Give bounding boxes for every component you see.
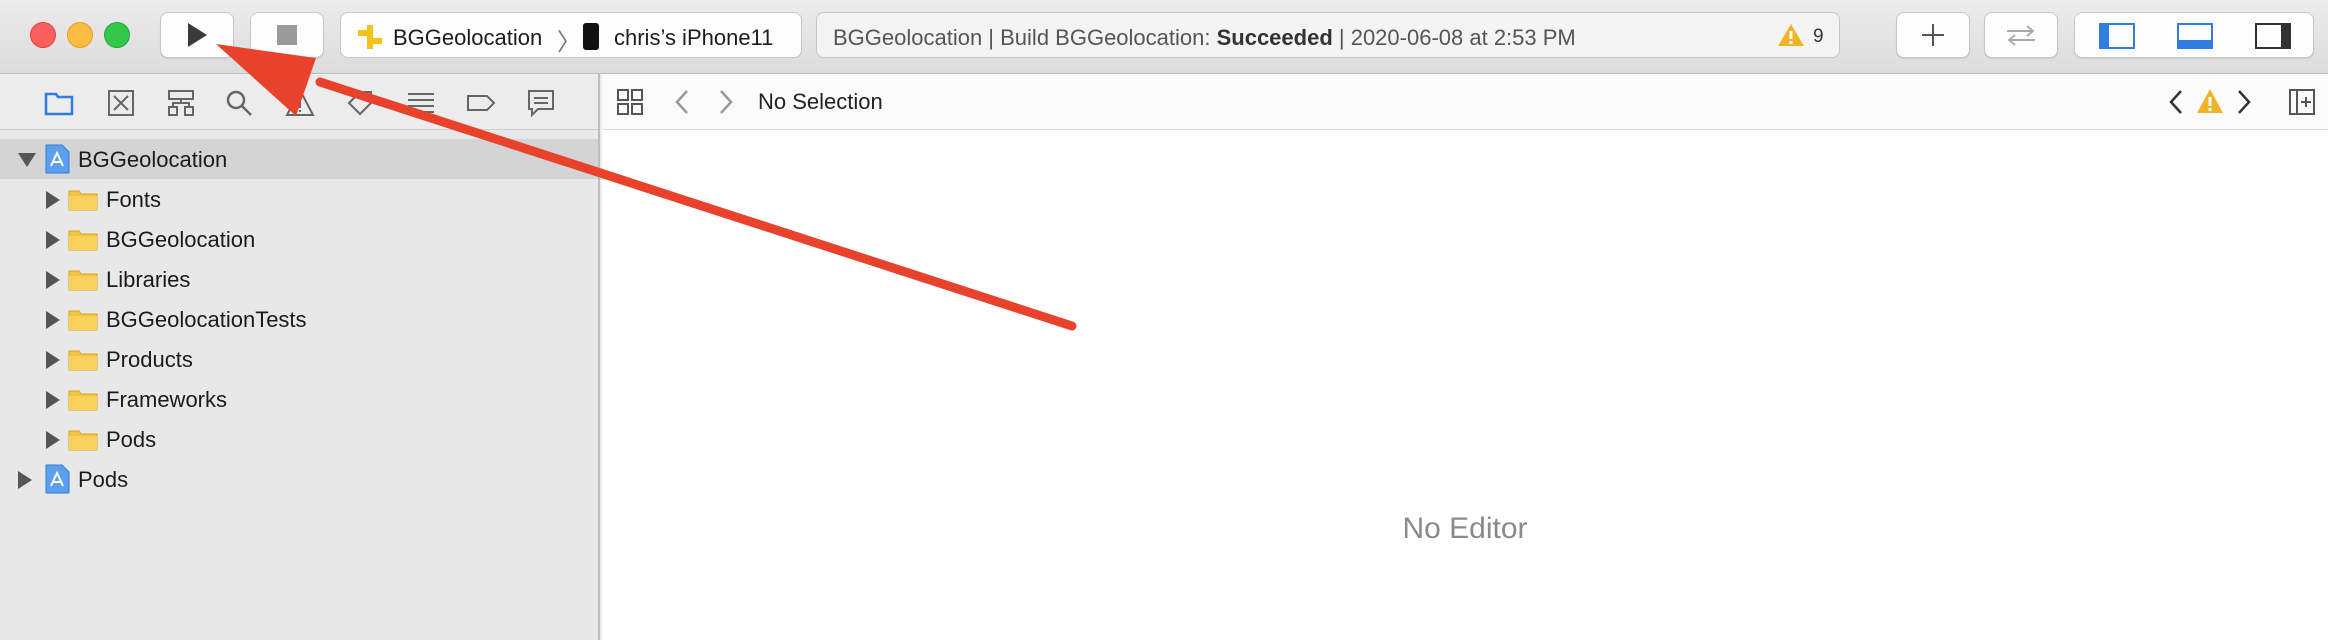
zoom-window-button[interactable] [104,22,130,48]
project-navigator-tab-icon[interactable] [44,88,74,118]
forward-chevron-icon[interactable] [716,88,736,116]
activity-viewer[interactable]: BGGeolocation | Build BGGeolocation: Suc… [816,12,1840,58]
folder-row[interactable]: Libraries [0,259,598,299]
folder-icon [68,430,98,451]
tree-item-label: BGGeolocationTests [106,307,307,332]
run-button[interactable] [160,12,234,58]
tree-item-label: BGGeolocation [78,147,228,172]
project-row[interactable]: BGGeolocation [0,139,598,179]
build-status-result: Succeeded [1216,25,1333,50]
folder-row[interactable]: Fonts [0,179,598,219]
tree-item-label: BGGeolocation [106,227,256,252]
source-control-tab-icon[interactable] [106,88,136,118]
build-status-timestamp: | 2020-06-08 at 2:53 PM [1332,25,1576,50]
chevron-right-icon: 〉 [557,29,581,56]
stop-icon [277,25,297,45]
folder-icon [68,190,98,211]
jump-bar: No Selection [602,74,2328,130]
warning-icon[interactable] [2196,88,2224,114]
play-icon [188,23,207,47]
tree-item-label: Frameworks [106,387,228,412]
code-review-button[interactable] [1984,12,2058,58]
disclosure-closed-icon[interactable] [46,191,60,209]
build-status-text: BGGeolocation | Build BGGeolocation: Suc… [833,25,1576,51]
folder-icon [68,270,98,291]
jump-bar-path[interactable]: No Selection [758,89,883,115]
project-row[interactable]: Pods [0,459,598,499]
project-navigator: BGGeolocation Fonts BGGeolocation Libraries… [0,74,600,640]
minimize-window-button[interactable] [67,22,93,48]
tree-item-label: Pods [78,467,129,492]
warning-icon[interactable] [1777,23,1805,47]
code-review-icon [2007,25,2035,46]
report-navigator-tab-icon[interactable] [526,88,556,118]
tree-item-label: Pods [106,427,157,452]
related-items-icon[interactable] [616,88,644,116]
editor-area: No Selection No Editor [602,74,2328,640]
previous-issue-icon[interactable] [2166,88,2186,116]
folder-icon [68,230,98,251]
xcode-project-icon [45,464,70,494]
scheme-target-icon [358,25,382,49]
disclosure-open-icon[interactable] [18,153,36,167]
iphone-icon [583,23,599,50]
xcode-project-icon [45,144,70,174]
navigator-tabs [0,74,598,130]
stop-button[interactable] [250,12,324,58]
toolbar: BGGeolocation 〉 chris’s iPhone11 BGGeolo… [0,0,2328,74]
folder-icon [68,350,98,371]
disclosure-closed-icon[interactable] [46,231,60,249]
close-window-button[interactable] [30,22,56,48]
debug-navigator-tab-icon[interactable] [406,88,436,118]
scheme-target-name[interactable]: BGGeolocation [393,25,542,51]
tree-item-label: Libraries [106,267,191,292]
back-chevron-icon[interactable] [672,88,692,116]
folder-row[interactable]: BGGeolocation [0,219,598,259]
disclosure-closed-icon[interactable] [46,391,60,409]
no-editor-placeholder: No Editor [1402,512,1528,545]
folder-row[interactable]: Pods [0,419,598,459]
breakpoint-navigator-tab-icon[interactable] [466,88,496,118]
library-button[interactable] [1896,12,1970,58]
folder-row[interactable]: Frameworks [0,379,598,419]
folder-row[interactable]: Products [0,339,598,379]
tree-item-label: Products [106,347,193,372]
disclosure-closed-icon[interactable] [46,311,60,329]
debug-area-toggle-icon[interactable] [2177,23,2213,49]
build-status-prefix: BGGeolocation | Build BGGeolocation: [833,25,1217,50]
search-icon[interactable] [224,88,254,118]
disclosure-closed-icon[interactable] [18,471,32,489]
folder-icon [68,390,98,411]
next-issue-icon[interactable] [2234,88,2254,116]
navigator-toggle-icon[interactable] [2099,23,2135,49]
add-icon [1922,24,1944,46]
warning-count[interactable]: 9 [1813,26,1824,48]
test-navigator-tab-icon[interactable] [345,88,375,118]
symbol-navigator-tab-icon[interactable] [166,88,196,118]
run-destination[interactable]: chris’s iPhone11 [614,25,773,51]
disclosure-closed-icon[interactable] [46,351,60,369]
folder-row[interactable]: BGGeolocationTests [0,299,598,339]
tree-item-label: Fonts [106,187,162,212]
add-editor-icon[interactable] [2288,88,2316,116]
scheme-selector[interactable]: BGGeolocation 〉 chris’s iPhone11 [340,12,802,58]
issue-navigator-warning-icon[interactable] [285,88,315,118]
panel-toggles [2074,12,2314,58]
disclosure-closed-icon[interactable] [46,431,60,449]
folder-icon [68,310,98,331]
inspector-toggle-icon[interactable] [2255,23,2291,49]
disclosure-closed-icon[interactable] [46,271,60,289]
